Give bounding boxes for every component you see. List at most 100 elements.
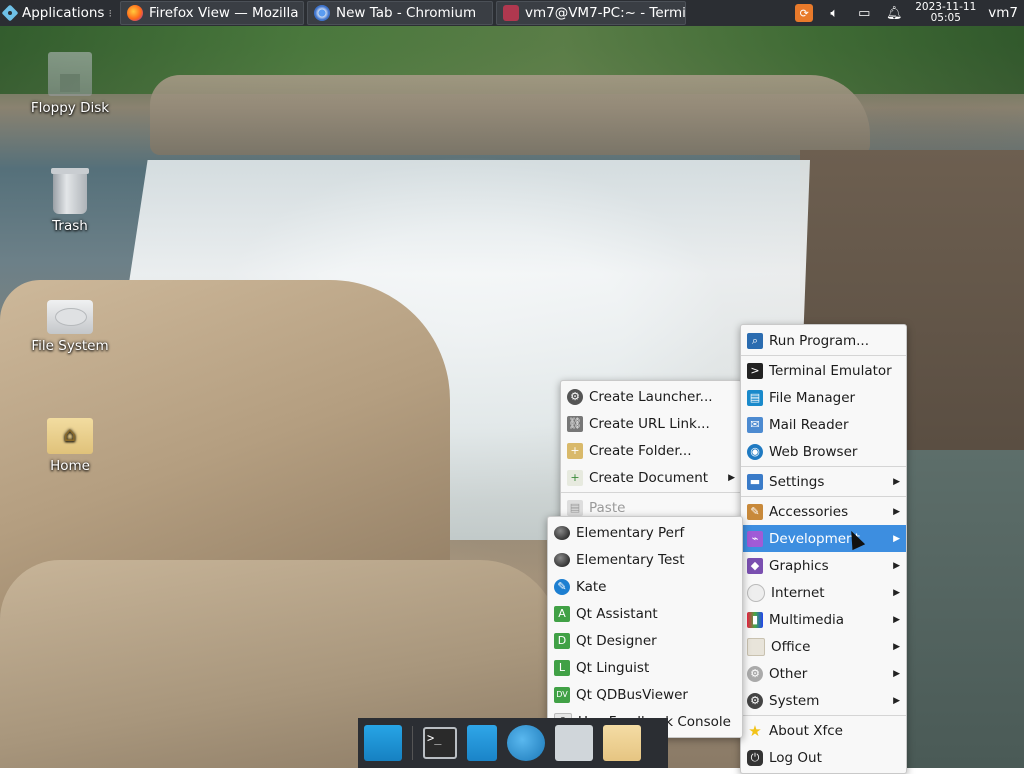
- menu-separator: [561, 492, 741, 493]
- menu-item-about-xfce[interactable]: ★ About Xfce: [741, 717, 906, 744]
- home-folder-icon: [47, 418, 93, 454]
- menu-item-web-browser[interactable]: ◉ Web Browser: [741, 438, 906, 465]
- globe-icon: ◉: [747, 443, 763, 460]
- document-icon: +: [567, 469, 583, 486]
- user-menu[interactable]: vm7: [988, 5, 1018, 21]
- firefox-icon: [126, 5, 143, 21]
- system-icon: ⚙: [747, 692, 763, 709]
- kate-icon: ✎: [554, 578, 570, 595]
- other-icon: ⚙: [747, 665, 763, 682]
- floppy-disk-icon: [48, 52, 92, 96]
- menu-item-label: Mail Reader: [769, 416, 849, 433]
- task-label: vm7@VM7-PC:~ - Termi...: [524, 5, 686, 21]
- qt-designer-icon: D: [554, 632, 570, 649]
- menu-item-label: Run Program...: [769, 332, 870, 349]
- menu-item-label: Kate: [576, 578, 607, 595]
- elementary-icon: [554, 552, 570, 567]
- task-chromium[interactable]: New Tab - Chromium: [306, 1, 493, 25]
- notification-bell-icon[interactable]: 🔔︎: [885, 4, 903, 22]
- home-folder-launcher-icon[interactable]: [603, 725, 641, 761]
- paste-icon: ▤: [567, 499, 583, 516]
- menu-item-office[interactable]: Office ▶: [741, 633, 906, 660]
- development-submenu: Elementary Perf Elementary Test ✎ Kate A…: [547, 516, 743, 738]
- menu-item-accessories[interactable]: ✎ Accessories ▶: [741, 498, 906, 525]
- mail-icon: ✉: [747, 416, 763, 433]
- applications-menu-button[interactable]: Applications ⁝: [0, 0, 120, 26]
- menu-item-label: Web Browser: [769, 443, 858, 460]
- menu-item-settings[interactable]: ▬ Settings ▶: [741, 468, 906, 495]
- dock-separator: [412, 726, 413, 760]
- terminal-launcher-icon[interactable]: >_: [423, 727, 457, 759]
- desktop-icon-label: Trash: [52, 218, 88, 234]
- menu-item-elementary-test[interactable]: Elementary Test: [548, 546, 742, 573]
- menu-item-graphics[interactable]: ◆ Graphics ▶: [741, 552, 906, 579]
- menu-item-label: Internet: [771, 584, 825, 601]
- clock[interactable]: 2023-11-11 05:05: [915, 2, 976, 24]
- menu-item-log-out[interactable]: ⏻ Log Out: [741, 744, 906, 771]
- menu-item-run-program[interactable]: ⌕ Run Program...: [741, 327, 906, 354]
- menu-item-create-folder[interactable]: + Create Folder...: [561, 437, 741, 464]
- menu-item-kate[interactable]: ✎ Kate: [548, 573, 742, 600]
- web-browser-launcher-icon[interactable]: [507, 725, 545, 761]
- desktop-icon-home[interactable]: Home: [20, 412, 120, 474]
- desktop-icon-trash[interactable]: Trash: [20, 168, 120, 234]
- menu-item-label: Elementary Perf: [576, 524, 685, 541]
- applications-menu: ⌕ Run Program... > Terminal Emulator ▤ F…: [740, 324, 907, 774]
- desktop-icon-floppy[interactable]: Floppy Disk: [20, 52, 120, 116]
- launcher-icon: ⚙: [567, 388, 583, 405]
- wallpaper-ledge: [150, 75, 870, 155]
- menu-item-label: Settings: [769, 473, 825, 490]
- menu-item-label: Paste: [589, 499, 626, 516]
- link-icon: ⛓: [567, 415, 583, 432]
- top-panel: Applications ⁝ Firefox View — Mozilla F.…: [0, 0, 1024, 26]
- settings-icon: ▬: [747, 473, 763, 490]
- submenu-arrow-icon: ▶: [893, 668, 900, 679]
- show-desktop-button[interactable]: [364, 725, 402, 761]
- submenu-arrow-icon: ▶: [893, 614, 900, 625]
- menu-item-qt-linguist[interactable]: L Qt Linguist: [548, 654, 742, 681]
- desktop-icon-filesystem[interactable]: File System: [20, 292, 120, 354]
- menu-item-file-manager[interactable]: ▤ File Manager: [741, 384, 906, 411]
- menu-item-create-launcher[interactable]: ⚙ Create Launcher...: [561, 383, 741, 410]
- menu-item-qt-designer[interactable]: D Qt Designer: [548, 627, 742, 654]
- submenu-arrow-icon: ▶: [893, 695, 900, 706]
- desktop-icon-label: Home: [50, 458, 90, 474]
- menu-item-qt-assistant[interactable]: A Qt Assistant: [548, 600, 742, 627]
- desktop-icon-label: File System: [31, 338, 109, 354]
- menu-item-create-document[interactable]: + Create Document ▶: [561, 464, 741, 491]
- menu-item-label: Create URL Link...: [589, 415, 710, 432]
- menu-separator: [741, 496, 906, 497]
- file-manager-launcher-icon[interactable]: [467, 725, 497, 761]
- menu-item-internet[interactable]: Internet ▶: [741, 579, 906, 606]
- hard-disk-icon: [47, 300, 93, 334]
- menu-item-label: About Xfce: [769, 722, 843, 739]
- clock-time: 05:05: [930, 12, 961, 24]
- menu-item-elementary-perf[interactable]: Elementary Perf: [548, 519, 742, 546]
- updates-icon[interactable]: ⟳: [795, 4, 814, 22]
- file-manager-icon: ▤: [747, 389, 763, 406]
- submenu-arrow-icon: ▶: [893, 560, 900, 571]
- menu-item-qt-qdbusviewer[interactable]: DV Qt QDBusViewer: [548, 681, 742, 708]
- battery-icon[interactable]: ▭: [855, 4, 873, 22]
- terminal-icon: >: [747, 362, 763, 379]
- menu-item-other[interactable]: ⚙ Other ▶: [741, 660, 906, 687]
- accessories-icon: ✎: [747, 503, 763, 520]
- menu-item-multimedia[interactable]: ▮ Multimedia ▶: [741, 606, 906, 633]
- menu-item-terminal-emulator[interactable]: > Terminal Emulator: [741, 357, 906, 384]
- menu-item-create-url-link[interactable]: ⛓ Create URL Link...: [561, 410, 741, 437]
- menu-item-label: File Manager: [769, 389, 856, 406]
- menu-item-label: Qt Designer: [576, 632, 657, 649]
- menu-item-mail-reader[interactable]: ✉ Mail Reader: [741, 411, 906, 438]
- submenu-arrow-icon: ▶: [893, 533, 900, 544]
- qt-dbus-icon: DV: [554, 686, 570, 703]
- menu-separator: [741, 466, 906, 467]
- menu-separator: [741, 715, 906, 716]
- task-terminal[interactable]: vm7@VM7-PC:~ - Termi...: [495, 1, 686, 25]
- task-firefox[interactable]: Firefox View — Mozilla F...: [119, 1, 304, 25]
- menu-item-label: Qt Linguist: [576, 659, 650, 676]
- volume-icon[interactable]: 🔈︎: [825, 4, 843, 22]
- menu-item-system[interactable]: ⚙ System ▶: [741, 687, 906, 714]
- menu-item-development[interactable]: ⌁ Development ▶: [741, 525, 906, 552]
- submenu-arrow-icon: ▶: [728, 472, 735, 483]
- app-finder-launcher-icon[interactable]: [555, 725, 593, 761]
